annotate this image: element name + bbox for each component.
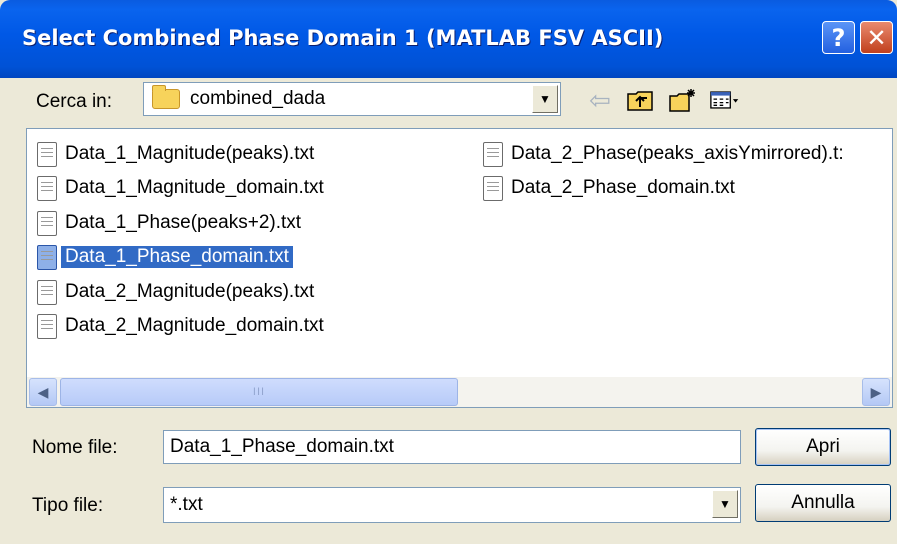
- file-name: Data_1_Phase_domain.txt: [61, 246, 293, 268]
- window-title: Select Combined Phase Domain 1 (MATLAB F…: [22, 26, 664, 50]
- file-type-label: Tipo file:: [32, 495, 104, 516]
- open-button[interactable]: Apri: [755, 428, 891, 466]
- text-file-icon: [483, 141, 503, 167]
- file-item-selected[interactable]: Data_1_Phase_domain.txt: [37, 242, 293, 272]
- scrollbar-thumb[interactable]: III: [60, 378, 458, 406]
- file-name: Data_1_Magnitude_domain.txt: [65, 177, 324, 198]
- file-name-label: Nome file:: [32, 437, 118, 458]
- folder-icon: [152, 85, 180, 109]
- text-file-icon: [37, 279, 57, 305]
- help-button[interactable]: ?: [822, 21, 855, 54]
- file-item[interactable]: Data_1_Phase(peaks+2).txt: [37, 208, 301, 238]
- look-in-dropdown[interactable]: combined_dada ▼: [143, 82, 561, 116]
- file-item[interactable]: Data_2_Magnitude(peaks).txt: [37, 277, 314, 307]
- horizontal-scrollbar[interactable]: ◀ III ▶: [27, 377, 892, 407]
- file-item[interactable]: Data_2_Phase_domain.txt: [483, 173, 735, 203]
- close-button[interactable]: ✕: [860, 21, 893, 54]
- scroll-left-icon[interactable]: ◀: [29, 378, 57, 406]
- file-name: Data_2_Magnitude(peaks).txt: [65, 281, 315, 302]
- text-file-icon: [37, 141, 57, 167]
- file-type-dropdown[interactable]: *.txt ▼: [163, 487, 741, 523]
- file-type-value: *.txt: [170, 494, 203, 515]
- title-bar[interactable]: Select Combined Phase Domain 1 (MATLAB F…: [0, 0, 897, 78]
- scroll-right-icon[interactable]: ▶: [862, 378, 890, 406]
- text-file-icon: [37, 210, 57, 236]
- file-name: Data_1_Phase(peaks+2).txt: [65, 212, 302, 233]
- cancel-button[interactable]: Annulla: [755, 484, 891, 522]
- look-in-label: Cerca in:: [36, 91, 113, 112]
- file-item[interactable]: Data_1_Magnitude_domain.txt: [37, 173, 324, 203]
- file-name: Data_2_Magnitude_domain.txt: [65, 315, 324, 336]
- file-name: Data_1_Magnitude(peaks).txt: [65, 143, 315, 164]
- text-file-icon: [483, 175, 503, 201]
- dropdown-arrow-icon[interactable]: ▼: [532, 85, 558, 113]
- file-item[interactable]: Data_2_Magnitude_domain.txt: [37, 311, 324, 341]
- back-arrow-icon[interactable]: ⇦: [585, 85, 615, 115]
- dropdown-arrow-icon[interactable]: ▼: [712, 490, 738, 518]
- file-item[interactable]: Data_2_Phase(peaks_axisYmirrored).t:: [483, 139, 844, 169]
- text-file-icon: [37, 313, 57, 339]
- look-in-value: combined_dada: [190, 88, 326, 109]
- file-name-input[interactable]: [163, 430, 741, 464]
- file-list[interactable]: Data_1_Magnitude(peaks).txt Data_1_Magni…: [26, 128, 893, 408]
- file-name: Data_2_Phase_domain.txt: [511, 177, 735, 198]
- views-menu-icon[interactable]: [710, 86, 740, 114]
- new-folder-icon[interactable]: [668, 86, 698, 114]
- file-item[interactable]: Data_1_Magnitude(peaks).txt: [37, 139, 314, 169]
- text-file-icon: [37, 244, 57, 270]
- file-name: Data_2_Phase(peaks_axisYmirrored).t:: [511, 143, 844, 164]
- text-file-icon: [37, 175, 57, 201]
- up-folder-icon[interactable]: [625, 86, 655, 114]
